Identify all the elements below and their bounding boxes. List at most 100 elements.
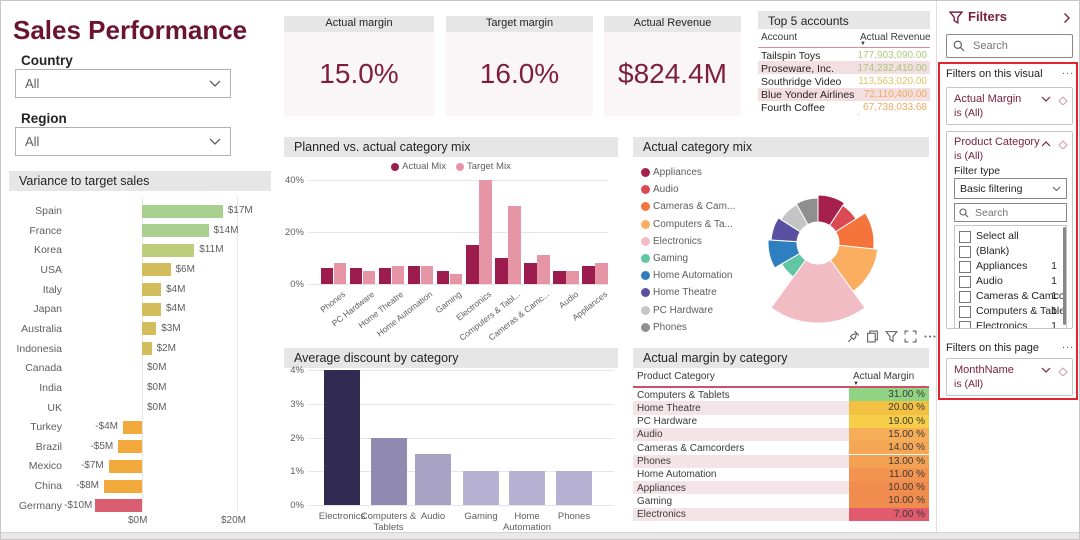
bar-target-3[interactable] [421, 266, 434, 284]
bar-target-2[interactable] [392, 266, 405, 284]
bar-actual-1[interactable] [350, 268, 363, 284]
bar-gaming[interactable] [463, 471, 499, 505]
window-bottom-edge [1, 532, 1080, 540]
bar-actual-8[interactable] [553, 271, 566, 284]
legend-item-computers-ta-[interactable]: Computers & Ta... [641, 219, 733, 230]
legend-item-target-mix[interactable]: Target Mix [456, 161, 511, 172]
legend-item-phones[interactable]: Phones [641, 322, 687, 333]
margin-cell: 31.00 % [849, 388, 929, 401]
bar-home-automation[interactable] [509, 471, 545, 505]
copy-icon[interactable] [866, 330, 879, 343]
bar-brazil[interactable] [118, 440, 142, 453]
bar-actual-5[interactable] [466, 245, 479, 284]
data-label: $14M [214, 225, 239, 236]
more-options-icon[interactable] [923, 330, 937, 343]
filter-type-dropdown[interactable]: Basic filtering [954, 178, 1067, 199]
bar-target-7[interactable] [537, 255, 550, 284]
bar-target-8[interactable] [566, 271, 579, 284]
focus-mode-icon[interactable] [904, 330, 917, 343]
filter-value-search-box[interactable] [954, 203, 1067, 222]
bar-actual-7[interactable] [524, 263, 537, 284]
collapse-pane-icon[interactable] [1063, 12, 1071, 24]
bar-germany[interactable] [95, 499, 143, 512]
legend-item-appliances[interactable]: Appliances [641, 167, 702, 178]
bar-target-4[interactable] [450, 274, 463, 284]
legend-label: Home Theatre [653, 287, 717, 298]
visual-section-more-icon[interactable]: ... [1062, 65, 1074, 77]
checkbox[interactable] [959, 276, 971, 288]
bar-mexico[interactable] [109, 460, 142, 473]
filter-card-monthname[interactable]: MonthName is (All) [946, 358, 1073, 396]
filters-search-box[interactable] [946, 34, 1073, 58]
bar-target-6[interactable] [508, 206, 521, 284]
bar-actual-3[interactable] [408, 266, 421, 284]
category-label: Spain [9, 205, 62, 217]
checkbox[interactable] [959, 306, 971, 318]
bar-italy[interactable] [142, 283, 161, 296]
bar-spain[interactable] [142, 205, 223, 218]
y-gridline [308, 505, 614, 506]
filter-card-actual-margin[interactable]: Actual Margin is (All) [946, 87, 1073, 125]
country-dropdown[interactable]: All [15, 69, 231, 98]
bar-japan[interactable] [142, 303, 161, 316]
bar-china[interactable] [104, 480, 142, 493]
bar-actual-6[interactable] [495, 258, 508, 284]
eraser-icon[interactable] [1058, 366, 1068, 376]
list-scrollbar[interactable] [1063, 227, 1066, 325]
bar-target-0[interactable] [334, 263, 347, 284]
chevron-up-icon[interactable] [1041, 140, 1051, 147]
filters-search-input[interactable] [971, 39, 1063, 53]
bar-actual-9[interactable] [582, 266, 595, 284]
bar-france[interactable] [142, 224, 209, 237]
kpi-card-target-margin[interactable]: Target margin 16.0% [446, 16, 593, 116]
kpi-value: 16.0% [446, 32, 593, 116]
data-label: $0M [147, 362, 166, 373]
kpi-card-actual-margin[interactable]: Actual margin 15.0% [284, 16, 434, 116]
filters-on-page-label: Filters on this page [946, 342, 1039, 354]
filter-icon[interactable] [885, 330, 898, 343]
eraser-icon[interactable] [1058, 95, 1068, 105]
bar-phones[interactable] [556, 471, 592, 505]
chevron-down-icon[interactable] [1041, 367, 1051, 374]
margin-by-category-table: Product CategoryActual Margin▼Computers … [633, 368, 929, 523]
legend-item-electronics[interactable]: Electronics [641, 236, 702, 247]
page-section-more-icon[interactable]: ... [1062, 339, 1074, 351]
category-cell: Home Automation [637, 469, 717, 480]
legend-item-cameras-cam-[interactable]: Cameras & Cam... [641, 201, 735, 212]
chevron-down-icon[interactable] [1041, 96, 1051, 103]
bar-target-1[interactable] [363, 271, 376, 284]
bar-target-9[interactable] [595, 263, 608, 284]
legend-item-actual-mix[interactable]: Actual Mix [391, 161, 446, 172]
legend-item-home-theatre[interactable]: Home Theatre [641, 287, 717, 298]
filter-card-product-category[interactable]: Product Category is (All) Filter type Ba… [946, 131, 1073, 329]
bar-korea[interactable] [142, 244, 194, 257]
legend-item-gaming[interactable]: Gaming [641, 253, 688, 264]
bar-actual-2[interactable] [379, 268, 392, 284]
filter-field-state: is (All) [954, 150, 983, 162]
checkbox[interactable] [959, 231, 971, 243]
bar-electronics[interactable] [324, 370, 360, 505]
bar-audio[interactable] [415, 454, 451, 505]
legend-dot [391, 163, 399, 171]
bar-turkey[interactable] [123, 421, 142, 434]
pin-icon[interactable] [847, 330, 860, 343]
checkbox[interactable] [959, 291, 971, 303]
bar-target-5[interactable] [479, 180, 492, 284]
bar-usa[interactable] [142, 263, 171, 276]
legend-item-home-automation[interactable]: Home Automation [641, 270, 733, 281]
filter-value-search-input[interactable] [973, 206, 1057, 220]
legend-item-pc-hardware[interactable]: PC Hardware [641, 305, 713, 316]
checkbox[interactable] [959, 321, 971, 329]
legend-dot [641, 168, 650, 177]
bar-indonesia[interactable] [142, 342, 152, 355]
legend-item-audio[interactable]: Audio [641, 184, 679, 195]
bar-australia[interactable] [142, 322, 156, 335]
region-dropdown[interactable]: All [15, 127, 231, 156]
bar-actual-4[interactable] [437, 271, 450, 284]
kpi-card-actual-revenue[interactable]: Actual Revenue $824.4M [604, 16, 741, 116]
bar-actual-0[interactable] [321, 268, 334, 284]
checkbox[interactable] [959, 246, 971, 258]
eraser-icon[interactable] [1058, 139, 1068, 149]
checkbox[interactable] [959, 261, 971, 273]
bar-computers-tablets[interactable] [371, 438, 407, 505]
